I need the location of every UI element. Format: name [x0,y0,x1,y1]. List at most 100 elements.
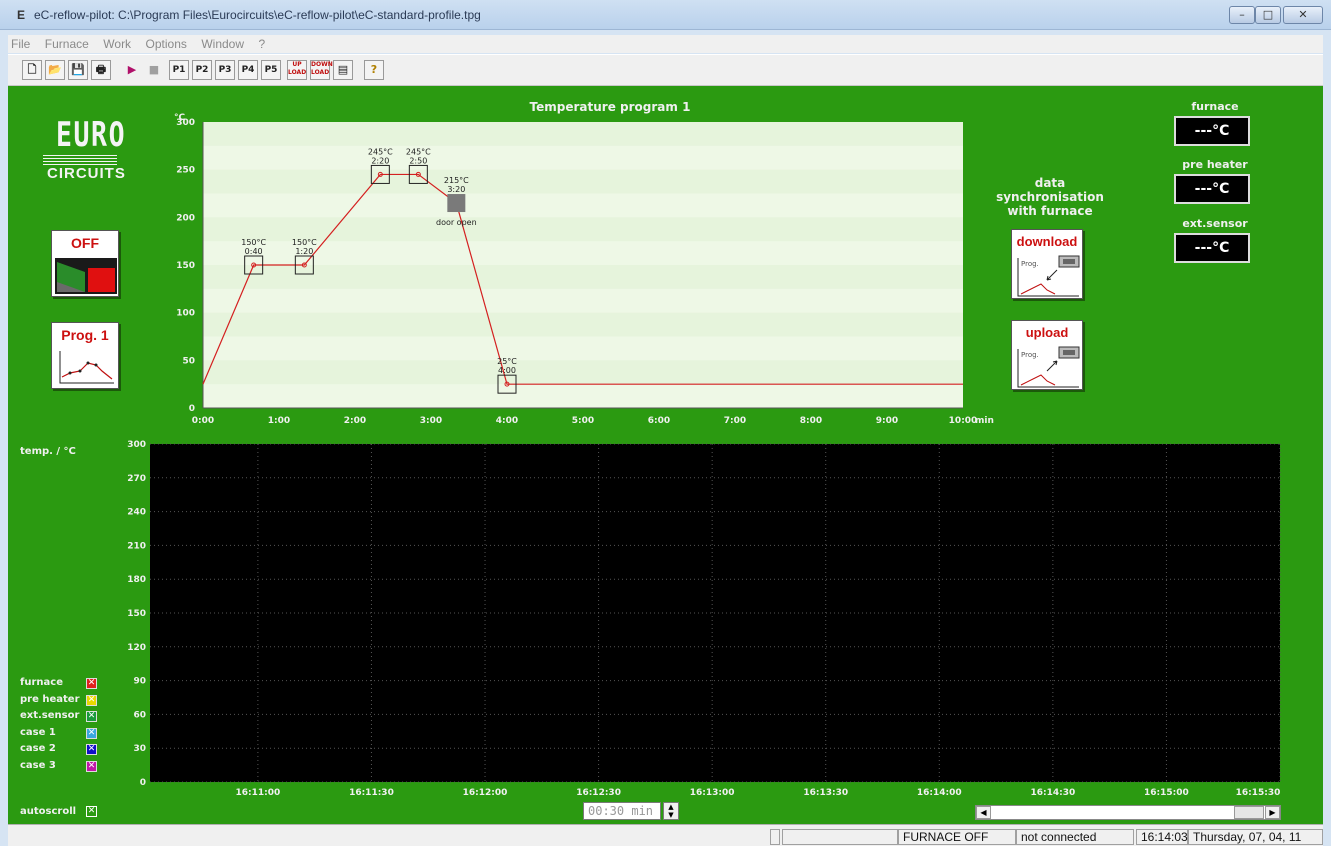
live-x-tick-label: 16:12:30 [576,788,621,798]
sync-title-line1: data [1034,176,1066,190]
x-unit-label: min [975,416,994,426]
live-x-tick-label: 16:14:00 [917,788,962,798]
interval-spinner[interactable]: 00:30 min ▲ ▼ [583,802,681,820]
legend-checkbox[interactable]: ✕ [86,727,97,739]
legend-label: ext.sensor [20,710,80,721]
status-bar: FURNACE OFF not connected 16:14:03 Thurs… [8,824,1323,846]
chart-band [203,122,963,147]
chart-band [203,288,963,314]
program-1-icon[interactable]: P1 [169,60,189,80]
x-tick-label: 0:00 [192,416,214,426]
app-icon: E [16,8,25,22]
download-icon[interactable]: DOWN LOAD [310,60,333,80]
x-tick-label: 6:00 [648,416,670,426]
menu-help[interactable]: ? [258,35,265,53]
chart-band [203,384,963,409]
profile-point-temp-label: 150°C [292,238,317,247]
legend-label: case 3 [20,759,56,771]
stop-icon[interactable]: ■ [144,60,164,80]
status-time: 16:14:03 [1136,829,1188,845]
program-select-button[interactable]: Prog. 1 [51,322,119,389]
profile-point-temp-label: 245°C [406,147,431,156]
title-bar: E eC-reflow-pilot: C:\Program Files\Euro… [0,0,1331,30]
live-y-tick-label: 90 [133,677,146,687]
y-tick-label: 150 [176,261,195,271]
x-tick-label: 8:00 [800,416,822,426]
program-4-icon[interactable]: P4 [238,60,258,80]
legend-checkbox[interactable]: ✕ [86,760,97,772]
save-icon[interactable]: 💾 [68,60,88,80]
legend-label: pre heater [20,693,80,705]
scroll-thumb[interactable] [1234,806,1264,819]
minimize-button[interactable]: – [1229,6,1255,24]
spinner-arrows[interactable]: ▲ ▼ [663,802,679,820]
profile-point-time-label: 4:00 [498,366,516,375]
time-scrollbar[interactable]: ◀ ▶ [975,805,1281,820]
interval-value[interactable]: 00:30 min [583,802,661,820]
legend-checkbox[interactable]: ✕ [86,711,97,722]
scroll-left-icon[interactable]: ◀ [976,806,991,819]
y-tick-label: 100 [176,309,195,319]
open-icon[interactable]: 📂 [45,60,65,80]
maximize-button[interactable]: □ [1255,6,1281,24]
download-sync-icon: Prog. [1017,255,1080,297]
power-button-label: OFF [71,235,99,251]
play-icon[interactable]: ▶ [122,60,142,80]
y-tick-label: 0 [189,404,195,414]
power-button[interactable]: OFF [51,230,119,297]
menu-window[interactable]: Window [201,35,244,53]
y-tick-label: 250 [176,166,195,176]
upload-icon[interactable]: UP LOAD [287,60,307,80]
x-tick-label: 2:00 [344,416,366,426]
status-connection: not connected [1016,829,1134,845]
upload-label: upload [1025,325,1069,340]
legend-checkbox[interactable]: ✕ [86,744,97,755]
autoscroll-label: autoscroll [20,806,77,817]
live-x-tick-label: 16:11:30 [349,788,394,798]
profile-point-temp-label: 25°C [497,357,517,366]
upload-sync-icon: Prog. [1017,346,1080,388]
live-y-tick-label: 270 [127,474,146,484]
live-x-tick-label: 16:15:00 [1144,788,1189,798]
chart-band [203,145,963,171]
x-tick-label: 7:00 [724,416,746,426]
menu-work[interactable]: Work [103,35,131,53]
toolbar: 🗋 📂 💾 🖶 ▶ ■ P1 P2 P3 P4 P5 UP LOAD DOWN … [8,54,1323,86]
live-y-tick-label: 60 [133,710,146,720]
close-button[interactable]: ✕ [1283,6,1323,24]
profile-point-time-label: 2:20 [371,156,389,165]
upload-icon-text: Prog. [1021,351,1039,359]
furnace-icon[interactable]: ▤ [333,60,353,80]
menu-file[interactable]: File [11,35,30,53]
status-pane-empty-2 [782,829,898,845]
legend-label: case 1 [20,726,56,738]
autoscroll-checkbox[interactable]: ✕ [86,806,97,817]
x-tick-label: 5:00 [572,416,594,426]
live-x-tick-label: 16:14:30 [1030,788,1075,798]
legend-checkbox[interactable]: ✕ [86,678,97,689]
y-tick-label: 300 [176,118,195,128]
print-icon[interactable]: 🖶 [91,60,111,80]
x-tick-label: 1:00 [268,416,290,426]
logo-lines [43,155,117,165]
upload-button[interactable]: upload Prog. [1011,320,1083,390]
program-2-icon[interactable]: P2 [192,60,212,80]
live-y-tick-label: 240 [127,508,146,518]
temperature-program-chart[interactable]: °C0501001502002503000:00 1:00 2:00 3:00 4:00… [160,110,1000,430]
legend-label: furnace [20,677,63,688]
menu-furnace[interactable]: Furnace [45,35,89,53]
power-switch-icon [55,258,117,294]
help-icon[interactable]: ? [364,60,384,80]
legend-label: case 2 [20,743,56,754]
menu-options[interactable]: Options [146,35,187,53]
program-5-icon[interactable]: P5 [261,60,281,80]
chart-band [203,265,963,290]
download-button[interactable]: download Prog. [1011,229,1083,299]
new-icon[interactable]: 🗋 [22,60,42,80]
preheater-sensor-label: pre heater [1182,158,1248,171]
legend-checkbox[interactable]: ✕ [86,694,97,706]
door-open-marker [447,194,466,213]
download-icon-text: Prog. [1021,260,1039,268]
program-3-icon[interactable]: P3 [215,60,235,80]
scroll-right-icon[interactable]: ▶ [1265,806,1280,819]
